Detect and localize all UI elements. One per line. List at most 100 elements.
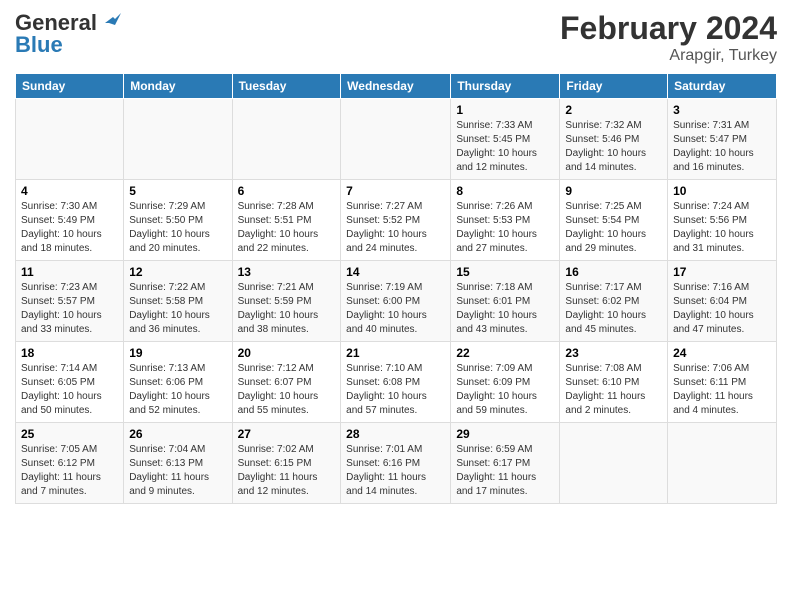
day-info: Sunrise: 7:17 AMSunset: 6:02 PMDaylight:… bbox=[565, 281, 662, 337]
day-number: 5 bbox=[129, 184, 226, 198]
calendar-cell: 13 Sunrise: 7:21 AMSunset: 5:59 PMDayligh… bbox=[232, 261, 341, 342]
day-info: Sunrise: 7:05 AMSunset: 6:12 PMDaylight:… bbox=[21, 443, 118, 499]
calendar-cell: 29 Sunrise: 6:59 AMSunset: 6:17 PMDayligh… bbox=[451, 423, 560, 504]
day-number: 14 bbox=[346, 265, 445, 279]
day-info: Sunrise: 7:27 AMSunset: 5:52 PMDaylight:… bbox=[346, 200, 445, 256]
calendar-cell: 17 Sunrise: 7:16 AMSunset: 6:04 PMDayligh… bbox=[668, 261, 777, 342]
calendar-cell: 5 Sunrise: 7:29 AMSunset: 5:50 PMDaylight… bbox=[124, 180, 232, 261]
week-row-4: 18 Sunrise: 7:14 AMSunset: 6:05 PMDayligh… bbox=[16, 342, 777, 423]
day-info: Sunrise: 7:33 AMSunset: 5:45 PMDaylight:… bbox=[456, 119, 554, 175]
day-header-monday: Monday bbox=[124, 74, 232, 99]
title-section: February 2024 Arapgir, Turkey bbox=[560, 10, 777, 65]
day-info: Sunrise: 7:29 AMSunset: 5:50 PMDaylight:… bbox=[129, 200, 226, 256]
calendar-cell: 18 Sunrise: 7:14 AMSunset: 6:05 PMDayligh… bbox=[16, 342, 124, 423]
logo-blue-text: Blue bbox=[15, 32, 63, 58]
calendar-cell: 4Sunrise: 7:30 AMSunset: 5:49 PMDaylight… bbox=[16, 180, 124, 261]
calendar-cell: 9 Sunrise: 7:25 AMSunset: 5:54 PMDaylight… bbox=[560, 180, 668, 261]
calendar-cell: 3 Sunrise: 7:31 AMSunset: 5:47 PMDaylight… bbox=[668, 99, 777, 180]
calendar-cell: 14 Sunrise: 7:19 AMSunset: 6:00 PMDayligh… bbox=[341, 261, 451, 342]
days-header-row: SundayMondayTuesdayWednesdayThursdayFrid… bbox=[16, 74, 777, 99]
day-number: 26 bbox=[129, 427, 226, 441]
day-info: Sunrise: 7:14 AMSunset: 6:05 PMDaylight:… bbox=[21, 362, 118, 418]
day-number: 13 bbox=[238, 265, 336, 279]
day-header-wednesday: Wednesday bbox=[341, 74, 451, 99]
day-info: Sunrise: 7:22 AMSunset: 5:58 PMDaylight:… bbox=[129, 281, 226, 337]
day-number: 19 bbox=[129, 346, 226, 360]
day-info: Sunrise: 7:31 AMSunset: 5:47 PMDaylight:… bbox=[673, 119, 771, 175]
day-number: 9 bbox=[565, 184, 662, 198]
day-number: 15 bbox=[456, 265, 554, 279]
calendar-cell: 15 Sunrise: 7:18 AMSunset: 6:01 PMDayligh… bbox=[451, 261, 560, 342]
day-number: 29 bbox=[456, 427, 554, 441]
day-header-friday: Friday bbox=[560, 74, 668, 99]
day-number: 6 bbox=[238, 184, 336, 198]
day-number: 12 bbox=[129, 265, 226, 279]
day-info: Sunrise: 7:08 AMSunset: 6:10 PMDaylight:… bbox=[565, 362, 662, 418]
day-info: Sunrise: 7:16 AMSunset: 6:04 PMDaylight:… bbox=[673, 281, 771, 337]
page-header: General Blue February 2024 Arapgir, Turk… bbox=[15, 10, 777, 65]
day-info: Sunrise: 7:28 AMSunset: 5:51 PMDaylight:… bbox=[238, 200, 336, 256]
day-info: Sunrise: 7:10 AMSunset: 6:08 PMDaylight:… bbox=[346, 362, 445, 418]
calendar-subtitle: Arapgir, Turkey bbox=[560, 47, 777, 65]
calendar-cell bbox=[16, 99, 124, 180]
day-number: 17 bbox=[673, 265, 771, 279]
day-number: 10 bbox=[673, 184, 771, 198]
calendar-cell: 23 Sunrise: 7:08 AMSunset: 6:10 PMDayligh… bbox=[560, 342, 668, 423]
calendar-cell: 20Sunrise: 7:12 AMSunset: 6:07 PMDayligh… bbox=[232, 342, 341, 423]
calendar-cell bbox=[341, 99, 451, 180]
day-number: 24 bbox=[673, 346, 771, 360]
calendar-cell bbox=[668, 423, 777, 504]
day-info: Sunrise: 6:59 AMSunset: 6:17 PMDaylight:… bbox=[456, 443, 554, 499]
calendar-cell: 25 Sunrise: 7:05 AMSunset: 6:12 PMDayligh… bbox=[16, 423, 124, 504]
calendar-cell: 16 Sunrise: 7:17 AMSunset: 6:02 PMDayligh… bbox=[560, 261, 668, 342]
day-number: 22 bbox=[456, 346, 554, 360]
calendar-cell: 1 Sunrise: 7:33 AMSunset: 5:45 PMDaylight… bbox=[451, 99, 560, 180]
day-info: Sunrise: 7:09 AMSunset: 6:09 PMDaylight:… bbox=[456, 362, 554, 418]
day-number: 28 bbox=[346, 427, 445, 441]
day-info: Sunrise: 7:18 AMSunset: 6:01 PMDaylight:… bbox=[456, 281, 554, 337]
day-info: Sunrise: 7:19 AMSunset: 6:00 PMDaylight:… bbox=[346, 281, 445, 337]
day-number: 25 bbox=[21, 427, 118, 441]
calendar-cell: 26 Sunrise: 7:04 AMSunset: 6:13 PMDayligh… bbox=[124, 423, 232, 504]
logo-bird-icon bbox=[99, 13, 121, 33]
day-number: 27 bbox=[238, 427, 336, 441]
calendar-cell: 12 Sunrise: 7:22 AMSunset: 5:58 PMDayligh… bbox=[124, 261, 232, 342]
day-info: Sunrise: 7:32 AMSunset: 5:46 PMDaylight:… bbox=[565, 119, 662, 175]
day-number: 16 bbox=[565, 265, 662, 279]
calendar-cell: 22 Sunrise: 7:09 AMSunset: 6:09 PMDayligh… bbox=[451, 342, 560, 423]
day-info: Sunrise: 7:23 AMSunset: 5:57 PMDaylight:… bbox=[21, 281, 118, 337]
day-info: Sunrise: 7:02 AMSunset: 6:15 PMDaylight:… bbox=[238, 443, 336, 499]
calendar-cell: 6 Sunrise: 7:28 AMSunset: 5:51 PMDaylight… bbox=[232, 180, 341, 261]
day-info: Sunrise: 7:04 AMSunset: 6:13 PMDaylight:… bbox=[129, 443, 226, 499]
calendar-cell bbox=[232, 99, 341, 180]
calendar-cell: 19 Sunrise: 7:13 AMSunset: 6:06 PMDayligh… bbox=[124, 342, 232, 423]
calendar-cell: 7 Sunrise: 7:27 AMSunset: 5:52 PMDaylight… bbox=[341, 180, 451, 261]
day-number: 21 bbox=[346, 346, 445, 360]
day-info: Sunrise: 7:21 AMSunset: 5:59 PMDaylight:… bbox=[238, 281, 336, 337]
day-number: 23 bbox=[565, 346, 662, 360]
day-info: Sunrise: 7:24 AMSunset: 5:56 PMDaylight:… bbox=[673, 200, 771, 256]
day-number: 8 bbox=[456, 184, 554, 198]
week-row-2: 4Sunrise: 7:30 AMSunset: 5:49 PMDaylight… bbox=[16, 180, 777, 261]
calendar-cell: 11 Sunrise: 7:23 AMSunset: 5:57 PMDayligh… bbox=[16, 261, 124, 342]
calendar-cell: 28Sunrise: 7:01 AMSunset: 6:16 PMDayligh… bbox=[341, 423, 451, 504]
day-number: 1 bbox=[456, 103, 554, 117]
day-info: Sunrise: 7:12 AMSunset: 6:07 PMDaylight:… bbox=[238, 362, 336, 418]
calendar-table: SundayMondayTuesdayWednesdayThursdayFrid… bbox=[15, 73, 777, 504]
day-number: 11 bbox=[21, 265, 118, 279]
day-number: 7 bbox=[346, 184, 445, 198]
day-header-saturday: Saturday bbox=[668, 74, 777, 99]
calendar-cell: 24 Sunrise: 7:06 AMSunset: 6:11 PMDayligh… bbox=[668, 342, 777, 423]
day-info: Sunrise: 7:06 AMSunset: 6:11 PMDaylight:… bbox=[673, 362, 771, 418]
day-header-tuesday: Tuesday bbox=[232, 74, 341, 99]
day-header-thursday: Thursday bbox=[451, 74, 560, 99]
day-number: 2 bbox=[565, 103, 662, 117]
day-info: Sunrise: 7:13 AMSunset: 6:06 PMDaylight:… bbox=[129, 362, 226, 418]
calendar-cell: 21 Sunrise: 7:10 AMSunset: 6:08 PMDayligh… bbox=[341, 342, 451, 423]
day-number: 18 bbox=[21, 346, 118, 360]
logo: General Blue bbox=[15, 10, 121, 58]
day-info: Sunrise: 7:25 AMSunset: 5:54 PMDaylight:… bbox=[565, 200, 662, 256]
day-info: Sunrise: 7:26 AMSunset: 5:53 PMDaylight:… bbox=[456, 200, 554, 256]
day-number: 3 bbox=[673, 103, 771, 117]
calendar-cell: 10 Sunrise: 7:24 AMSunset: 5:56 PMDayligh… bbox=[668, 180, 777, 261]
